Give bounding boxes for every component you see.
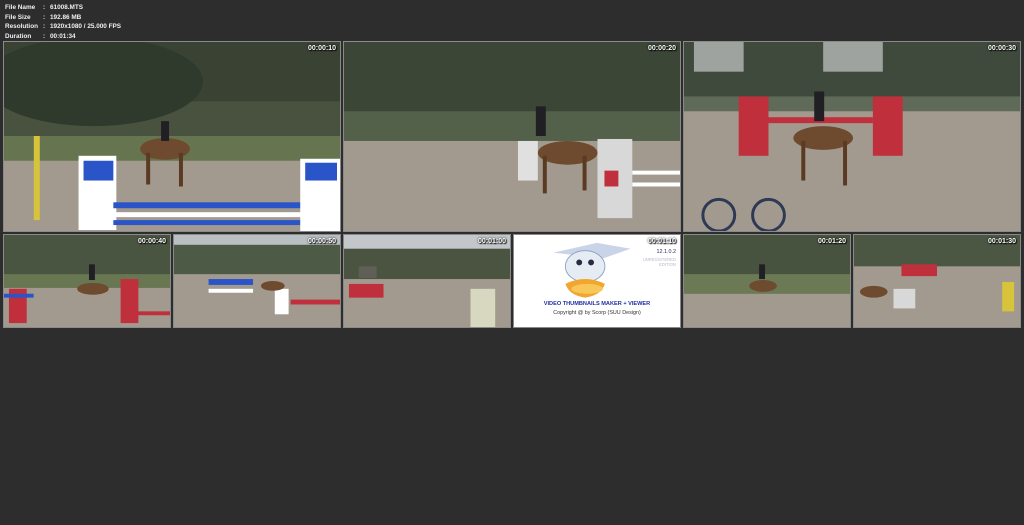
thumbnail-3-timestamp: 00:00:30 <box>987 45 1016 52</box>
thumbnail-1-image <box>4 42 340 231</box>
thumbnail-1[interactable]: 00:00:10 <box>3 41 341 232</box>
watermark-tile: VIDEO THUMBNAILS MAKER + VIEWER Copyrigh… <box>513 234 681 328</box>
watermark-version: 12.1.0.2 <box>656 249 676 255</box>
resolution-row: Resolution : 1920x1080 / 25.000 FPS <box>5 23 122 31</box>
thumbnail-5-timestamp: 00:00:50 <box>307 238 336 245</box>
file-size-value: 192.86 MB <box>50 13 82 21</box>
thumbnail-8-timestamp: 00:01:20 <box>817 238 846 245</box>
file-name-row: File Name : 61008.MTS <box>5 4 84 11</box>
thumbnail-5-image <box>174 235 340 327</box>
thumbnail-8-image <box>684 235 850 327</box>
file-name-value: 61008.MTS <box>50 4 84 11</box>
thumbnail-3[interactable]: 00:00:30 <box>683 41 1021 232</box>
thumbnail-7-timestamp: 00:01:10 <box>647 238 676 245</box>
thumbnail-2-image <box>344 42 680 231</box>
watermark-edition-line2: EDITION <box>659 262 676 267</box>
file-size-label: File Size <box>5 13 31 21</box>
duration-value: 00:01:34 <box>50 32 76 40</box>
thumbnail-1-timestamp: 00:00:10 <box>307 45 336 52</box>
duration-label: Duration <box>5 32 32 40</box>
file-size-row: File Size : 192.86 MB <box>5 13 82 21</box>
thumbnail-9-image <box>854 235 1020 327</box>
thumbnail-2-timestamp: 00:00:20 <box>647 45 676 52</box>
duration-row: Duration : 00:01:34 <box>5 32 76 40</box>
watermark-copyright: Copyright @ by Scorp (SUU Design) <box>553 310 641 316</box>
thumbnail-9-timestamp: 00:01:30 <box>987 238 1016 245</box>
thumbnail-4[interactable]: 00:00:40 <box>3 234 171 328</box>
thumbnail-2[interactable]: 00:00:20 <box>343 41 681 232</box>
file-name-label: File Name <box>5 4 36 11</box>
resolution-label: Resolution <box>5 23 39 31</box>
thumbnail-4-image <box>4 235 170 327</box>
file-info-panel: File Name : 61008.MTS File Size : 192.86… <box>5 3 121 41</box>
thumbnail-8[interactable]: 00:01:20 <box>683 234 851 328</box>
watermark-edition: UNREGISTERED EDITION <box>643 257 676 267</box>
watermark-title: VIDEO THUMBNAILS MAKER + VIEWER <box>543 301 651 307</box>
resolution-value: 1920x1080 / 25.000 FPS <box>50 23 122 31</box>
thumbnail-5[interactable]: 00:00:50 <box>173 234 341 328</box>
thumbnail-6-image <box>344 235 510 327</box>
thumbnail-6[interactable]: 00:01:00 <box>343 234 511 328</box>
thumbnail-9[interactable]: 00:01:30 <box>853 234 1021 328</box>
thumbnail-4-timestamp: 00:00:40 <box>137 238 166 245</box>
thumbnail-3-image <box>684 42 1020 231</box>
thumbnail-6-timestamp: 00:01:00 <box>477 238 506 245</box>
